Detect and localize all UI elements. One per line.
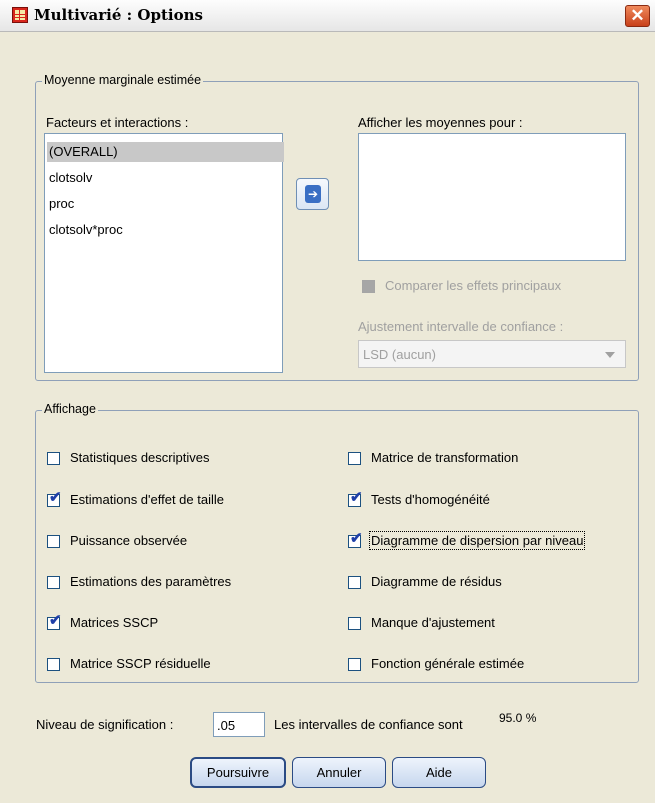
right-checkbox-label-5: Fonction générale estimée	[371, 656, 525, 671]
right-checkbox-label-3: Diagramme de résidus	[371, 574, 502, 589]
check-icon: ✔	[350, 530, 363, 547]
right-arrow-icon: ➔	[305, 185, 321, 203]
move-to-display-button[interactable]: ➔	[296, 178, 329, 210]
window-title: Multivarié : Options	[34, 6, 203, 24]
compare-main-effects-checkbox[interactable]	[362, 280, 375, 293]
left-checkbox-label-3: Estimations des paramètres	[70, 574, 232, 589]
left-checkbox-3[interactable]	[47, 576, 60, 589]
close-icon: ✕	[630, 6, 645, 25]
emm-legend: Moyenne marginale estimée	[42, 73, 204, 87]
significance-input[interactable]: .05	[213, 712, 265, 737]
display-legend: Affichage	[42, 402, 98, 416]
ci-value: 95.0 %	[499, 711, 536, 725]
factor-item-clotsolv[interactable]: clotsolv	[49, 168, 92, 188]
cancel-button[interactable]: Annuler	[292, 757, 386, 788]
check-icon: ✔	[49, 612, 62, 629]
continue-button[interactable]: Poursuivre	[190, 757, 286, 788]
right-checkbox-1[interactable]: ✔	[348, 490, 363, 507]
factor-item-proc[interactable]: proc	[49, 194, 74, 214]
left-checkbox-label-1: Estimations d'effet de taille	[70, 492, 224, 507]
right-checkbox-label-4: Manque d'ajustement	[371, 615, 495, 630]
left-checkbox-5[interactable]	[47, 658, 60, 671]
options-dialog: Multivarié : Options ✕ Moyenne marginale…	[0, 0, 655, 803]
ci-adjustment-label: Ajustement intervalle de confiance :	[358, 319, 564, 334]
ci-adjustment-select[interactable]: LSD (aucun)	[358, 340, 626, 368]
compare-main-effects-label: Comparer les effets principaux	[385, 278, 562, 293]
left-checkbox-label-5: Matrice SSCP résiduelle	[70, 656, 211, 671]
right-checkbox-label-0: Matrice de transformation	[371, 450, 519, 465]
close-button[interactable]: ✕	[625, 5, 650, 27]
right-checkbox-0[interactable]	[348, 452, 361, 465]
left-checkbox-label-2: Puissance observée	[70, 533, 188, 548]
display-means-listbox[interactable]	[358, 133, 626, 261]
left-checkbox-0[interactable]	[47, 452, 60, 465]
factors-label: Facteurs et interactions :	[46, 115, 189, 130]
significance-label: Niveau de signification :	[36, 717, 174, 732]
factors-listbox[interactable]: (OVERALL) clotsolv proc clotsolv*proc	[44, 133, 284, 373]
factor-item-overall[interactable]: (OVERALL)	[47, 142, 284, 162]
title-bar[interactable]: Multivarié : Options ✕	[0, 0, 655, 32]
right-checkbox-3[interactable]	[348, 576, 361, 589]
left-checkbox-4[interactable]: ✔	[47, 613, 62, 630]
help-button[interactable]: Aide	[392, 757, 486, 788]
ci-adjustment-value: LSD (aucun)	[363, 347, 436, 362]
right-checkbox-5[interactable]	[348, 658, 361, 671]
display-means-label: Afficher les moyennes pour :	[358, 115, 523, 130]
right-checkbox-4[interactable]	[348, 617, 361, 630]
ci-value-number: 95.0	[499, 711, 523, 725]
chevron-down-icon	[605, 352, 615, 358]
check-icon: ✔	[49, 489, 62, 506]
ci-text: Les intervalles de confiance sont	[274, 717, 463, 732]
left-checkbox-label-0: Statistiques descriptives	[70, 450, 210, 465]
ci-value-unit: %	[525, 711, 537, 725]
factor-item-clotsolv-proc[interactable]: clotsolv*proc	[49, 220, 123, 240]
check-icon: ✔	[350, 489, 363, 506]
app-icon	[12, 7, 28, 23]
left-checkbox-2[interactable]	[47, 535, 60, 548]
left-checkbox-1[interactable]: ✔	[47, 490, 62, 507]
right-checkbox-label-1: Tests d'homogénéité	[371, 492, 490, 507]
left-checkbox-label-4: Matrices SSCP	[70, 615, 159, 630]
right-checkbox-label-2: Diagramme de dispersion par niveau	[368, 531, 586, 550]
right-checkbox-2[interactable]: ✔	[348, 531, 363, 548]
